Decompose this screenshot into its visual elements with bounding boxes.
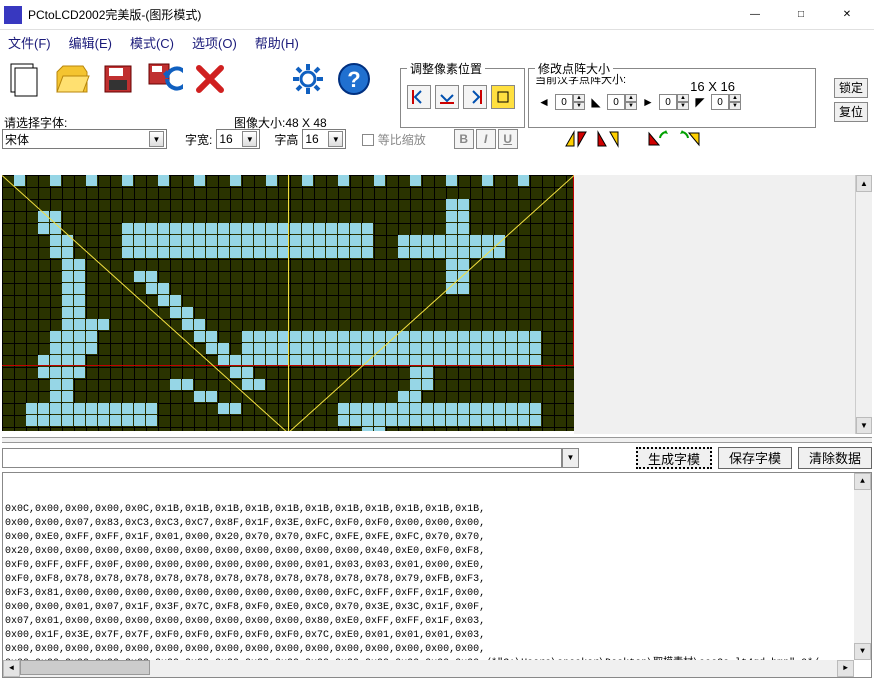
font-combo[interactable]: 宋体▼ bbox=[2, 129, 167, 149]
menu-edit[interactable]: 编辑(E) bbox=[69, 33, 112, 52]
menu-bar: 文件(F) 编辑(E) 模式(C) 选项(O) 帮助(H) bbox=[0, 30, 874, 54]
input-dropdown-icon[interactable]: ▼ bbox=[562, 448, 579, 468]
scale-checkbox[interactable]: 等比缩放 bbox=[362, 131, 425, 148]
arrow-dl-icon: ◣ bbox=[587, 93, 605, 111]
right-buttons: 锁定 复位 bbox=[834, 78, 868, 122]
save-font-button[interactable]: 保存字模 bbox=[718, 447, 792, 469]
shift-left-button[interactable] bbox=[407, 85, 431, 109]
delete-button[interactable] bbox=[188, 57, 232, 101]
change-size-label: 修改点阵大小 bbox=[535, 60, 613, 77]
scroll-down-icon[interactable]: ▼ bbox=[856, 417, 872, 434]
window-title: PCtoLCD2002完美版-(图形模式) bbox=[28, 6, 732, 23]
center-button[interactable] bbox=[491, 85, 515, 109]
menu-options[interactable]: 选项(O) bbox=[192, 33, 237, 52]
font-row: 请选择字体: 图像大小:48 X 48 宋体▼ 字宽: 16▼ 字高 16▼ 等… bbox=[2, 128, 872, 150]
flip-h-button[interactable] bbox=[562, 129, 590, 149]
pixel-canvas[interactable] bbox=[2, 175, 574, 431]
reset-button[interactable]: 复位 bbox=[834, 102, 868, 122]
arrow-right-icon: ► bbox=[639, 93, 657, 111]
image-size-label: 图像大小:48 X 48 bbox=[234, 114, 327, 131]
output-textarea[interactable]: 0x0C,0x00,0x00,0x00,0x0C,0x1B,0x1B,0x1B,… bbox=[2, 472, 872, 678]
current-size-value: 16 X 16 bbox=[690, 79, 735, 94]
svg-text:?: ? bbox=[347, 67, 360, 92]
char-height-label: 字高 bbox=[274, 131, 298, 148]
underline-button[interactable]: U bbox=[498, 129, 518, 149]
open-file-button[interactable] bbox=[50, 57, 94, 101]
close-button[interactable]: ✕ bbox=[824, 0, 870, 30]
size-spin-2[interactable]: ▲▼ bbox=[607, 94, 637, 110]
help-button[interactable]: ? bbox=[332, 57, 376, 101]
lock-button[interactable]: 锁定 bbox=[834, 78, 868, 98]
change-size-group: 修改点阵大小 当前汉字点阵大小: 16 X 16 ◄ ▲▼ ◣ ▲▼ ► ▲▼ … bbox=[528, 68, 816, 128]
shift-right-button[interactable] bbox=[463, 85, 487, 109]
shift-down-button[interactable] bbox=[435, 85, 459, 109]
size-spin-1[interactable]: ▲▼ bbox=[555, 94, 585, 110]
rotate-left-button[interactable] bbox=[644, 129, 672, 149]
action-row: ▼ 生成字模 保存字模 清除数据 bbox=[2, 446, 872, 470]
menu-file[interactable]: 文件(F) bbox=[8, 33, 51, 52]
minimize-button[interactable]: — bbox=[732, 0, 778, 30]
adjust-position-group: 调整像素位置 bbox=[400, 68, 525, 128]
canvas-vscrollbar[interactable]: ▲ ▼ bbox=[855, 175, 872, 434]
output-hscrollbar[interactable]: ◄► bbox=[3, 660, 854, 677]
output-vscrollbar[interactable]: ▲▼ bbox=[854, 473, 871, 660]
size-spin-4[interactable]: ▲▼ bbox=[711, 94, 741, 110]
char-width-label: 字宽: bbox=[185, 131, 212, 148]
maximize-button[interactable]: □ bbox=[778, 0, 824, 30]
text-input[interactable] bbox=[2, 448, 562, 468]
clear-button[interactable]: 清除数据 bbox=[798, 447, 872, 469]
save-image-button[interactable] bbox=[142, 57, 186, 101]
menu-mode[interactable]: 模式(C) bbox=[130, 33, 174, 52]
char-width-combo[interactable]: 16▼ bbox=[216, 129, 260, 149]
settings-button[interactable] bbox=[286, 57, 330, 101]
bold-button[interactable]: B bbox=[454, 129, 474, 149]
arrow-ur-icon: ◤ bbox=[691, 93, 709, 111]
flip-v-button[interactable] bbox=[594, 129, 622, 149]
title-bar: PCtoLCD2002完美版-(图形模式) — □ ✕ bbox=[0, 0, 874, 30]
generate-button[interactable]: 生成字模 bbox=[636, 447, 712, 469]
scroll-up-icon[interactable]: ▲ bbox=[856, 175, 872, 192]
arrow-left-icon: ◄ bbox=[535, 93, 553, 111]
canvas-area: ▲ ▼ bbox=[2, 175, 872, 434]
new-file-button[interactable] bbox=[4, 57, 48, 101]
app-icon bbox=[4, 6, 22, 24]
select-font-label: 请选择字体: bbox=[4, 114, 67, 131]
save-button[interactable] bbox=[96, 57, 140, 101]
adjust-position-label: 调整像素位置 bbox=[407, 60, 485, 77]
menu-help[interactable]: 帮助(H) bbox=[255, 33, 299, 52]
size-spin-3[interactable]: ▲▼ bbox=[659, 94, 689, 110]
splitter[interactable] bbox=[2, 437, 872, 443]
italic-button[interactable]: I bbox=[476, 129, 496, 149]
char-height-combo[interactable]: 16▼ bbox=[302, 129, 346, 149]
rotate-right-button[interactable] bbox=[676, 129, 704, 149]
